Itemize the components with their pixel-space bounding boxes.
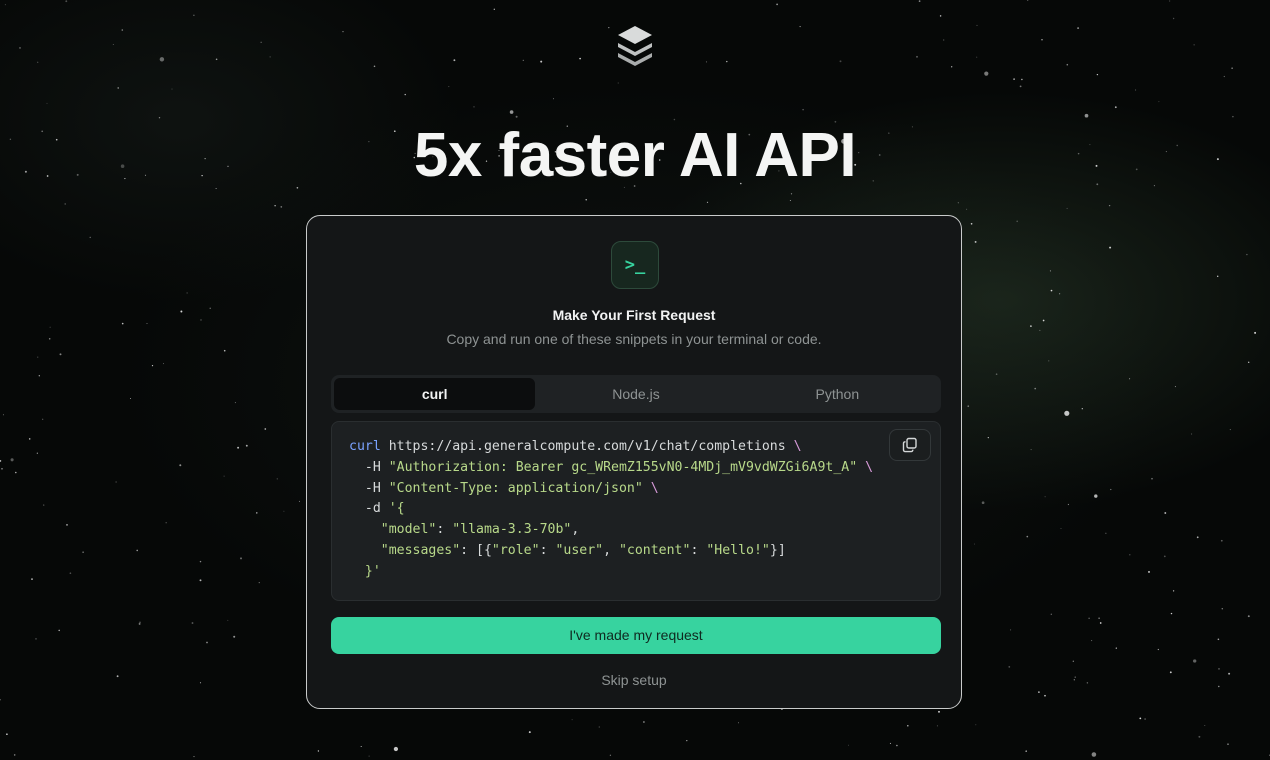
code-token: -d xyxy=(349,501,389,517)
code-token: : xyxy=(436,522,453,538)
code-token: "role" xyxy=(491,542,540,558)
copy-button[interactable] xyxy=(889,429,931,461)
code-token: , xyxy=(571,522,580,538)
code-token: : xyxy=(690,542,707,558)
code-token: "user" xyxy=(555,542,604,558)
code-snippet: curl https://api.generalcompute.com/v1/c… xyxy=(331,421,941,601)
copy-icon xyxy=(902,437,917,453)
request-made-button[interactable]: I've made my request xyxy=(331,617,941,654)
tab-curl[interactable]: curl xyxy=(334,378,536,410)
code-token: https://api.generalcompute.com/v1/chat/c… xyxy=(380,439,794,454)
code-token: }] xyxy=(769,542,786,558)
code-token: "Authorization: Bearer gc_WRemZ155vN0-4M… xyxy=(388,459,858,475)
code-token: curl xyxy=(349,439,381,454)
setup-card: >_ Make Your First Request Copy and run … xyxy=(306,215,962,709)
stacked-layers-logo xyxy=(618,26,652,66)
code-token: "content" xyxy=(618,542,691,558)
code-text: curl https://api.generalcompute.com/v1/c… xyxy=(349,437,873,583)
code-token: : [{ xyxy=(460,542,492,558)
language-tabs: curl Node.js Python xyxy=(331,375,941,413)
code-token: "Content-Type: application/json" xyxy=(388,480,643,496)
code-token: , xyxy=(603,542,619,558)
code-token: -H xyxy=(349,480,389,496)
hero-title: 5x faster AI API xyxy=(413,121,857,190)
tab-python[interactable]: Python xyxy=(737,378,938,410)
code-token: \ xyxy=(857,459,874,475)
card-subtitle: Copy and run one of these snippets in yo… xyxy=(446,331,822,347)
code-token: "llama-3.3-70b" xyxy=(452,522,572,538)
terminal-icon: >_ xyxy=(611,241,659,289)
code-token: \ xyxy=(642,480,659,496)
skip-setup-link[interactable]: Skip setup xyxy=(307,672,961,688)
code-token: "Hello!" xyxy=(706,542,770,558)
code-token: "model" xyxy=(349,522,437,538)
code-token: : xyxy=(539,542,556,558)
code-token: \ xyxy=(793,439,802,454)
onboarding-screen: 5x faster AI API >_ Make Your First Requ… xyxy=(0,0,1270,760)
code-token: -H xyxy=(349,459,389,475)
card-title: Make Your First Request xyxy=(552,307,716,323)
code-token: }' xyxy=(349,563,381,579)
code-token: '{ xyxy=(388,501,405,517)
tab-nodejs[interactable]: Node.js xyxy=(535,378,736,410)
code-token: "messages" xyxy=(349,542,461,558)
